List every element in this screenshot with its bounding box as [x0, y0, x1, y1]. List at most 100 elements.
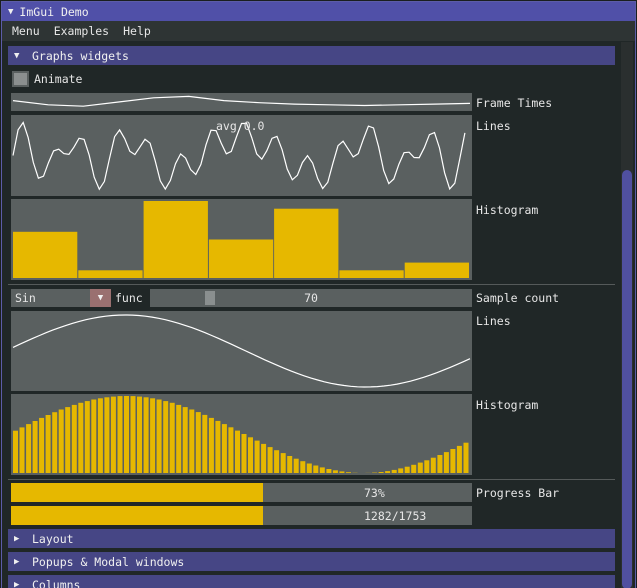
histogram-bar [13, 231, 78, 278]
histogram-bar [13, 430, 18, 473]
histogram-bar [169, 402, 175, 473]
progress-text: 73% [364, 485, 385, 500]
histogram-bar [332, 470, 338, 473]
histogram-label-1: Histogram [476, 203, 539, 217]
histogram-bar [411, 464, 417, 473]
histogram-plot-1[interactable] [11, 199, 472, 280]
collapse-triangle-icon[interactable]: ▼ [8, 7, 13, 17]
frame-times-plot[interactable] [11, 93, 472, 111]
histogram-bar [293, 458, 299, 473]
histogram-bar [313, 465, 319, 473]
histogram-bar [274, 208, 339, 278]
header-label: Layout [32, 531, 74, 546]
histogram-bar [391, 469, 397, 473]
menu-item-examples[interactable]: Examples [54, 24, 109, 38]
header-layout[interactable]: ▶ Layout [8, 529, 615, 548]
histogram-bar [208, 417, 214, 473]
progress-text: 1282/1753 [364, 508, 427, 523]
histogram-bar [84, 401, 90, 473]
histogram-bar [150, 398, 156, 473]
histogram-bar [241, 434, 247, 473]
histogram-bar [424, 460, 430, 473]
histogram-bar [130, 396, 136, 473]
histogram-bar [280, 453, 286, 473]
title-bar[interactable]: ▼ ImGui Demo [2, 2, 635, 21]
histogram-bar [137, 396, 142, 473]
histogram-bar [287, 456, 293, 473]
histogram-bar [208, 239, 274, 278]
histogram-bar [156, 399, 162, 473]
histogram-bar [26, 424, 32, 473]
histogram-bar [404, 262, 469, 278]
histogram-bar [274, 450, 280, 473]
histogram-bar [143, 201, 208, 278]
lines-label-2: Lines [476, 314, 511, 328]
histogram-bar [339, 270, 404, 278]
slider-value: 70 [304, 291, 318, 305]
histogram-plot-2[interactable] [11, 394, 472, 475]
lines-plot-1[interactable]: avg 0.0 [11, 115, 472, 196]
header-popups[interactable]: ▶ Popups & Modal windows [8, 552, 615, 571]
histogram-bar [430, 457, 436, 473]
histogram-bar [326, 469, 332, 473]
histogram-bar [437, 455, 443, 473]
histogram-bar [398, 468, 404, 473]
progress-bar-percent: 73% [11, 483, 472, 502]
animate-checkbox[interactable] [12, 71, 29, 87]
histogram-bar [267, 447, 273, 473]
menu-item-menu[interactable]: Menu [12, 24, 40, 38]
lines-label-1: Lines [476, 119, 511, 133]
frame-times-line [12, 95, 471, 107]
header-graphs-widgets[interactable]: ▼ Graphs widgets [8, 46, 615, 65]
histogram-bar [228, 427, 234, 473]
collapsed-triangle-icon: ▶ [14, 533, 20, 544]
histogram-bar [163, 401, 169, 473]
histogram-bar [306, 463, 312, 473]
histogram-bar [463, 442, 469, 473]
histogram-bar [97, 398, 103, 473]
histogram-bar [443, 452, 449, 473]
lines-plot-2[interactable] [11, 311, 472, 391]
header-label: Popups & Modal windows [32, 554, 185, 569]
histogram-bar [32, 421, 38, 473]
collapsed-triangle-icon: ▶ [14, 556, 20, 567]
histogram-bar [189, 409, 195, 473]
sample-count-slider[interactable]: 70 [150, 289, 472, 307]
separator [8, 284, 615, 285]
progress-fill [11, 483, 264, 502]
histogram-bar [456, 445, 462, 473]
histogram-bar [65, 407, 71, 473]
progress-bar-count: 1282/1753 [11, 506, 472, 525]
histogram-bar [346, 472, 351, 473]
histogram-bar [78, 402, 84, 473]
expanded-triangle-icon: ▼ [14, 50, 20, 61]
header-label: Columns [32, 577, 81, 588]
histogram-bar [91, 399, 97, 473]
histogram-bar [78, 270, 143, 278]
menu-bar: Menu Examples Help [2, 21, 635, 41]
histogram-bar [71, 404, 77, 473]
histogram-bar [319, 467, 325, 473]
histogram-bar [254, 440, 260, 473]
separator [8, 479, 615, 480]
chevron-down-icon[interactable]: ▼ [90, 289, 111, 307]
histogram-bar [235, 430, 240, 473]
frame-times-label: Frame Times [476, 96, 553, 110]
histogram-bar [339, 471, 345, 473]
histogram-bar [378, 472, 384, 473]
histogram-bar [221, 424, 227, 473]
imgui-demo-window[interactable]: ▼ ImGui Demo Menu Examples Help ▼ Graphs… [1, 1, 636, 588]
menu-item-help[interactable]: Help [123, 24, 151, 38]
scrollbar-thumb[interactable] [622, 170, 632, 588]
histogram-bar [176, 404, 182, 473]
collapsed-triangle-icon: ▶ [14, 579, 20, 588]
header-columns[interactable]: ▶ Columns [8, 575, 615, 588]
histogram-bar [19, 427, 25, 473]
histogram-bar [104, 397, 110, 473]
histogram-bar [110, 396, 116, 473]
lines-overlay-text: avg 0.0 [216, 119, 265, 133]
histogram-bar [52, 412, 58, 473]
histogram-bar [143, 397, 149, 473]
func-combo-value: Sin [15, 291, 36, 305]
histogram-bar [202, 414, 208, 473]
